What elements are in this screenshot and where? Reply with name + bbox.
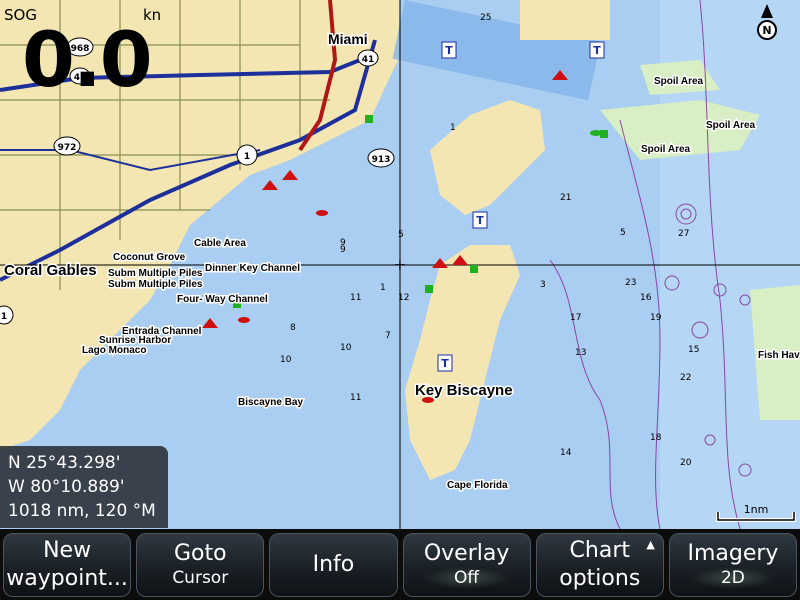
depth-sounding: 23 bbox=[625, 278, 636, 288]
overlay-sub: Off bbox=[424, 567, 510, 589]
goto-button[interactable]: Goto Cursor bbox=[136, 533, 265, 597]
new-waypoint-line2: waypoint... bbox=[6, 566, 128, 591]
label-spoil-area: Spoil Area bbox=[654, 76, 704, 87]
road-shield: 1 bbox=[244, 152, 250, 162]
depth-sounding: 9 bbox=[340, 245, 346, 255]
goto-label: Goto bbox=[173, 541, 227, 566]
depth-sounding: 14 bbox=[560, 448, 572, 458]
label-cable-area: Cable Area bbox=[194, 238, 246, 249]
scale-label: 1nm bbox=[744, 503, 769, 516]
longitude: W 80°10.889' bbox=[8, 477, 125, 497]
label-miami: Miami bbox=[328, 31, 368, 47]
label-subm-piles: Subm Multiple Piles bbox=[108, 279, 203, 290]
depth-sounding: 12 bbox=[398, 293, 409, 303]
label-subm-piles: Subm Multiple Piles bbox=[108, 268, 203, 279]
svg-text:T: T bbox=[476, 214, 484, 227]
depth-sounding: 11 bbox=[350, 393, 361, 403]
depth-sounding: 1 bbox=[450, 123, 456, 133]
depth-sounding: 13 bbox=[575, 348, 586, 358]
caret-up-icon: ▲ bbox=[646, 538, 655, 551]
chart-options-button[interactable]: ▲ Chart options bbox=[535, 533, 664, 597]
depth-sounding: 15 bbox=[688, 345, 699, 355]
depth-sounding: 10 bbox=[340, 343, 352, 353]
goto-sub: Cursor bbox=[172, 568, 229, 588]
new-waypoint-line1: New bbox=[43, 538, 92, 563]
chart-options-line1: Chart bbox=[569, 538, 630, 563]
info-label: Info bbox=[312, 552, 355, 577]
label-key-biscayne: Key Biscayne bbox=[415, 382, 513, 399]
depth-sounding: 16 bbox=[640, 293, 652, 303]
depth-sounding: 25 bbox=[480, 13, 491, 23]
info-button[interactable]: Info bbox=[269, 533, 398, 597]
road-shield: 1 bbox=[1, 312, 7, 322]
range-bearing: 1018 nm, 120 °M bbox=[8, 501, 156, 521]
depth-sounding: 10 bbox=[280, 355, 292, 365]
svg-text:+: + bbox=[393, 255, 406, 274]
depth-sounding: 5 bbox=[620, 228, 626, 238]
road-shield: 913 bbox=[372, 155, 391, 165]
svg-text:N: N bbox=[762, 24, 771, 37]
cursor-position-box: N 25°43.298' W 80°10.889' 1018 nm, 120 °… bbox=[0, 446, 168, 528]
label-dinner-key-channel: Dinner Key Channel bbox=[205, 263, 300, 274]
overlay-label: Overlay bbox=[423, 541, 510, 566]
depth-sounding: 19 bbox=[650, 313, 662, 323]
chart-options-line2: options bbox=[559, 566, 641, 591]
label-cape-florida: Cape Florida bbox=[447, 480, 508, 491]
depth-sounding: 1 bbox=[380, 283, 386, 293]
softkey-bar: New waypoint... Goto Cursor Info Overlay… bbox=[0, 529, 800, 600]
sog-value: 0.0 bbox=[22, 15, 153, 104]
svg-text:T: T bbox=[445, 44, 453, 57]
depth-sounding: 21 bbox=[560, 193, 571, 203]
imagery-label: Imagery bbox=[687, 541, 779, 566]
latitude: N 25°43.298' bbox=[8, 453, 121, 473]
label-coconut-grove: Coconut Grove bbox=[113, 252, 186, 263]
depth-sounding: 22 bbox=[680, 373, 691, 383]
new-waypoint-button[interactable]: New waypoint... bbox=[3, 533, 132, 597]
overlay-button[interactable]: Overlay Off bbox=[402, 533, 531, 597]
road-shield: 41 bbox=[362, 55, 375, 65]
depth-sounding: 7 bbox=[385, 331, 391, 341]
svg-text:T: T bbox=[441, 357, 449, 370]
depth-sounding: 20 bbox=[680, 458, 692, 468]
label-lago-monaco: Lago Monaco bbox=[82, 345, 146, 356]
depth-sounding: 8 bbox=[290, 323, 296, 333]
label-biscayne-bay: Biscayne Bay bbox=[238, 397, 303, 408]
imagery-sub: 2D bbox=[690, 567, 775, 589]
label-four-way-channel: Four- Way Channel bbox=[177, 294, 268, 305]
svg-text:T: T bbox=[593, 44, 601, 57]
depth-sounding: 3 bbox=[540, 280, 546, 290]
label-coral-gables: Coral Gables bbox=[4, 262, 97, 279]
label-spoil-area: Spoil Area bbox=[706, 120, 756, 131]
depth-sounding: 17 bbox=[570, 313, 581, 323]
depth-sounding: 27 bbox=[678, 229, 689, 239]
depth-sounding: 5 bbox=[398, 230, 404, 240]
label-spoil-area: Spoil Area bbox=[641, 144, 691, 155]
depth-sounding: 11 bbox=[350, 293, 361, 303]
depth-sounding: 18 bbox=[650, 433, 662, 443]
road-shield: 972 bbox=[58, 143, 77, 153]
imagery-button[interactable]: Imagery 2D bbox=[668, 533, 798, 597]
label-fish-haven: Fish Hav bbox=[758, 350, 800, 361]
